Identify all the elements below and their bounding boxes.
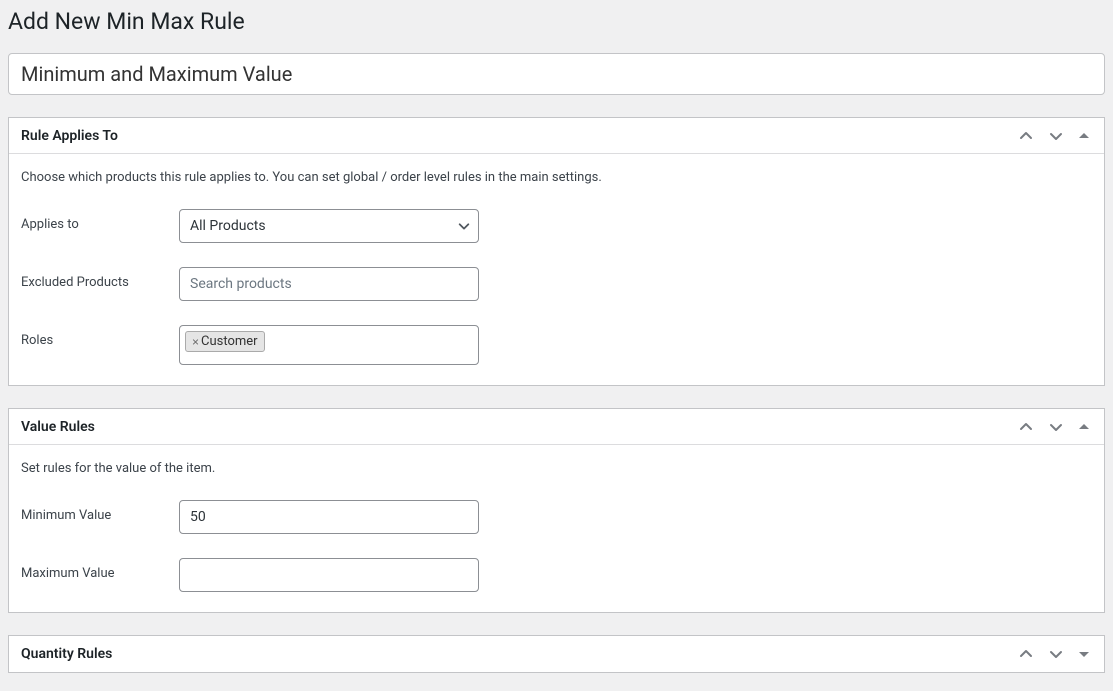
roles-label: Roles — [21, 325, 179, 348]
field-roles: Roles × Customer — [21, 325, 1092, 365]
chevron-down-icon — [1048, 419, 1064, 435]
applies-to-select[interactable]: All Products — [179, 209, 479, 243]
move-down-button[interactable] — [1046, 126, 1066, 146]
excluded-products-label: Excluded Products — [21, 267, 179, 290]
move-up-button[interactable] — [1016, 126, 1036, 146]
field-minimum-value: Minimum Value — [21, 500, 1092, 534]
move-down-button[interactable] — [1046, 417, 1066, 437]
panel-body: Set rules for the value of the item. Min… — [9, 445, 1104, 612]
toggle-panel-button[interactable] — [1076, 419, 1092, 435]
panel-title: Rule Applies To — [21, 128, 118, 144]
minimum-value-input[interactable] — [179, 500, 479, 534]
panel-body: Choose which products this rule applies … — [9, 154, 1104, 385]
panel-header: Rule Applies To — [9, 118, 1104, 154]
panel-controls — [1016, 644, 1092, 664]
panel-help-text: Choose which products this rule applies … — [21, 170, 1092, 185]
panel-header: Value Rules — [9, 409, 1104, 445]
panel-header: Quantity Rules — [9, 636, 1104, 672]
move-up-button[interactable] — [1016, 644, 1036, 664]
role-tag: × Customer — [185, 331, 265, 352]
caret-up-icon — [1078, 130, 1090, 142]
minimum-value-label: Minimum Value — [21, 500, 179, 523]
caret-down-icon — [1078, 648, 1090, 660]
page-title: Add New Min Max Rule — [8, 8, 1105, 35]
field-excluded-products: Excluded Products — [21, 267, 1092, 301]
role-tag-label: Customer — [201, 334, 258, 349]
panel-value-rules: Value Rules Set rules for the value of t… — [8, 408, 1105, 613]
chevron-up-icon — [1018, 128, 1034, 144]
panel-controls — [1016, 126, 1092, 146]
applies-to-label: Applies to — [21, 209, 179, 232]
panel-title: Quantity Rules — [21, 646, 112, 662]
panel-title: Value Rules — [21, 419, 95, 435]
chevron-down-icon — [1048, 128, 1064, 144]
applies-to-value: All Products — [190, 218, 266, 234]
maximum-value-input[interactable] — [179, 558, 479, 592]
toggle-panel-button[interactable] — [1076, 128, 1092, 144]
panel-quantity-rules: Quantity Rules — [8, 635, 1105, 673]
move-up-button[interactable] — [1016, 417, 1036, 437]
panel-rule-applies-to: Rule Applies To Choose which products th… — [8, 117, 1105, 386]
maximum-value-label: Maximum Value — [21, 558, 179, 581]
caret-up-icon — [1078, 421, 1090, 433]
field-applies-to: Applies to All Products — [21, 209, 1092, 243]
chevron-down-icon — [1048, 646, 1064, 662]
chevron-up-icon — [1018, 646, 1034, 662]
excluded-products-input[interactable] — [179, 267, 479, 301]
toggle-panel-button[interactable] — [1076, 646, 1092, 662]
remove-tag-icon[interactable]: × — [192, 335, 199, 349]
move-down-button[interactable] — [1046, 644, 1066, 664]
field-maximum-value: Maximum Value — [21, 558, 1092, 592]
panel-controls — [1016, 417, 1092, 437]
panel-help-text: Set rules for the value of the item. — [21, 461, 1092, 476]
rule-title-input[interactable] — [8, 53, 1105, 95]
roles-input[interactable]: × Customer — [179, 325, 479, 365]
chevron-up-icon — [1018, 419, 1034, 435]
